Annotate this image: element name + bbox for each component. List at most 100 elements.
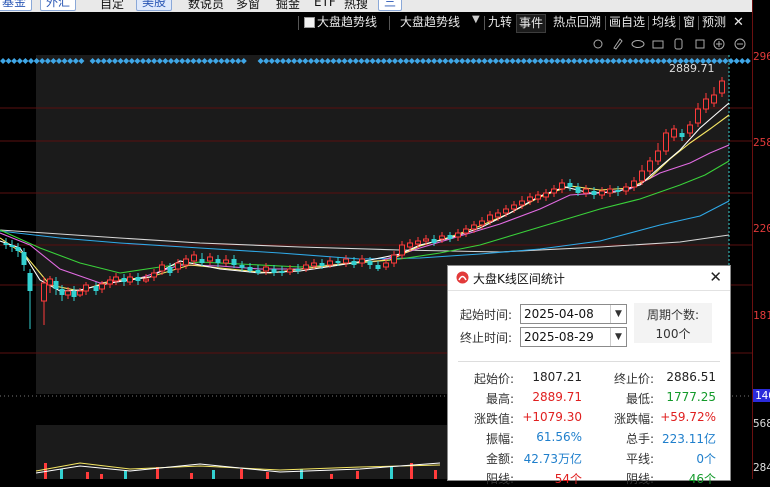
candle-body[interactable] <box>263 266 269 272</box>
candle-body[interactable] <box>423 238 429 242</box>
candle-body[interactable] <box>239 265 245 268</box>
candle-body[interactable] <box>9 245 15 247</box>
candle-body[interactable] <box>663 132 669 152</box>
candle-body[interactable] <box>41 282 47 302</box>
candle-body[interactable] <box>107 279 113 285</box>
toolbar-window[interactable]: 窗 <box>683 14 695 31</box>
candle-body[interactable] <box>631 180 637 188</box>
trash-icon[interactable] <box>695 39 705 49</box>
candle-body[interactable] <box>27 273 33 291</box>
candle-body[interactable] <box>463 228 469 234</box>
hand-icon[interactable] <box>674 38 683 50</box>
candle-body[interactable] <box>487 214 493 222</box>
candle-body[interactable] <box>607 188 613 194</box>
close-icon[interactable]: ✕ <box>709 268 722 286</box>
candle-body[interactable] <box>135 277 141 281</box>
candle-body[interactable] <box>327 260 333 266</box>
candle-body[interactable] <box>223 259 229 264</box>
indicator-select[interactable]: 大盘趋势线 <box>400 14 460 31</box>
candle-body[interactable] <box>647 160 653 172</box>
candle-body[interactable] <box>495 212 501 218</box>
event-diamond[interactable] <box>739 58 746 64</box>
candle-body[interactable] <box>127 276 133 283</box>
top-tab-7[interactable]: ETF <box>314 0 336 9</box>
candle-body[interactable] <box>455 232 461 238</box>
candle-body[interactable] <box>21 252 27 265</box>
candle-body[interactable] <box>215 259 221 263</box>
eye-icon[interactable] <box>631 40 645 48</box>
candle-body[interactable] <box>575 187 581 193</box>
top-tab-3[interactable]: 美股 <box>136 0 173 11</box>
candle-body[interactable] <box>183 258 189 266</box>
candle-body[interactable] <box>15 247 21 251</box>
candle-body[interactable] <box>113 276 119 282</box>
candle-body[interactable] <box>3 243 9 245</box>
toolbar-jiuzhuan[interactable]: 九转 <box>488 14 512 31</box>
candle-body[interactable] <box>83 284 89 292</box>
candle-body[interactable] <box>375 265 381 269</box>
candle-body[interactable] <box>143 278 149 282</box>
candle-body[interactable] <box>71 291 77 297</box>
candle-body[interactable] <box>415 240 421 245</box>
candle-body[interactable] <box>583 188 589 194</box>
candle-body[interactable] <box>335 261 341 263</box>
candle-body[interactable] <box>47 278 53 286</box>
candle-body[interactable] <box>77 290 83 296</box>
candle-body[interactable] <box>503 208 509 214</box>
top-tab-8[interactable]: 热搜 <box>344 0 368 12</box>
candle-body[interactable] <box>351 261 357 265</box>
chevron-down-icon[interactable]: ▼ <box>610 328 626 346</box>
candle-body[interactable] <box>439 235 445 240</box>
settings-icon[interactable] <box>593 39 603 49</box>
candle-body[interactable] <box>431 239 437 243</box>
candle-body[interactable] <box>343 258 349 264</box>
candle-body[interactable] <box>271 269 277 273</box>
candle-body[interactable] <box>567 183 573 187</box>
indicator-check-label[interactable]: 大盘趋势线 <box>317 14 377 31</box>
close-icon[interactable]: ✕ <box>733 14 744 31</box>
end-date-select[interactable]: 2025-08-29 ▼ <box>520 327 627 347</box>
candle-body[interactable] <box>687 124 693 134</box>
toolbar-hot-review[interactable]: 热点回溯 <box>553 14 601 31</box>
candle-body[interactable] <box>359 258 365 264</box>
candle-body[interactable] <box>279 271 285 273</box>
candle-body[interactable] <box>671 128 677 138</box>
candle-body[interactable] <box>159 264 165 272</box>
candle-body[interactable] <box>191 254 197 262</box>
candle-body[interactable] <box>255 270 261 273</box>
candle-body[interactable] <box>59 289 65 295</box>
candle-body[interactable] <box>599 190 605 196</box>
candle-body[interactable] <box>679 133 685 137</box>
candle-body[interactable] <box>615 190 621 192</box>
candle-body[interactable] <box>407 242 413 248</box>
candle-body[interactable] <box>319 263 325 266</box>
candle-body[interactable] <box>231 259 237 265</box>
candle-body[interactable] <box>591 191 597 195</box>
chevron-down-icon[interactable]: ▼ <box>472 14 480 25</box>
top-tab-1[interactable]: 外汇 <box>40 0 77 11</box>
candle-body[interactable] <box>151 272 157 278</box>
candle-body[interactable] <box>623 186 629 192</box>
candle-body[interactable] <box>383 262 389 268</box>
candle-body[interactable] <box>543 192 549 198</box>
candle-body[interactable] <box>311 262 317 267</box>
candle-body[interactable] <box>639 170 645 182</box>
indicator-checkbox[interactable] <box>304 17 315 28</box>
top-tab-6[interactable]: 掘金 <box>276 0 300 12</box>
candle-body[interactable] <box>551 188 557 194</box>
candle-body[interactable] <box>93 286 99 291</box>
candle-body[interactable] <box>655 150 661 162</box>
event-diamond[interactable] <box>733 58 740 64</box>
start-date-select[interactable]: 2025-04-08 ▼ <box>520 304 627 324</box>
candle-body[interactable] <box>535 194 541 200</box>
toolbar-ma[interactable]: 均线 <box>652 14 676 31</box>
candle-body[interactable] <box>527 196 533 202</box>
candle-body[interactable] <box>399 244 405 256</box>
candle-body[interactable] <box>367 261 373 265</box>
candle-body[interactable] <box>695 108 701 124</box>
event-diamond[interactable] <box>744 58 751 64</box>
candle-body[interactable] <box>175 262 181 270</box>
candle-body[interactable] <box>447 235 453 239</box>
candle-body[interactable] <box>711 94 717 104</box>
chevron-down-icon[interactable]: ▼ <box>610 305 626 323</box>
